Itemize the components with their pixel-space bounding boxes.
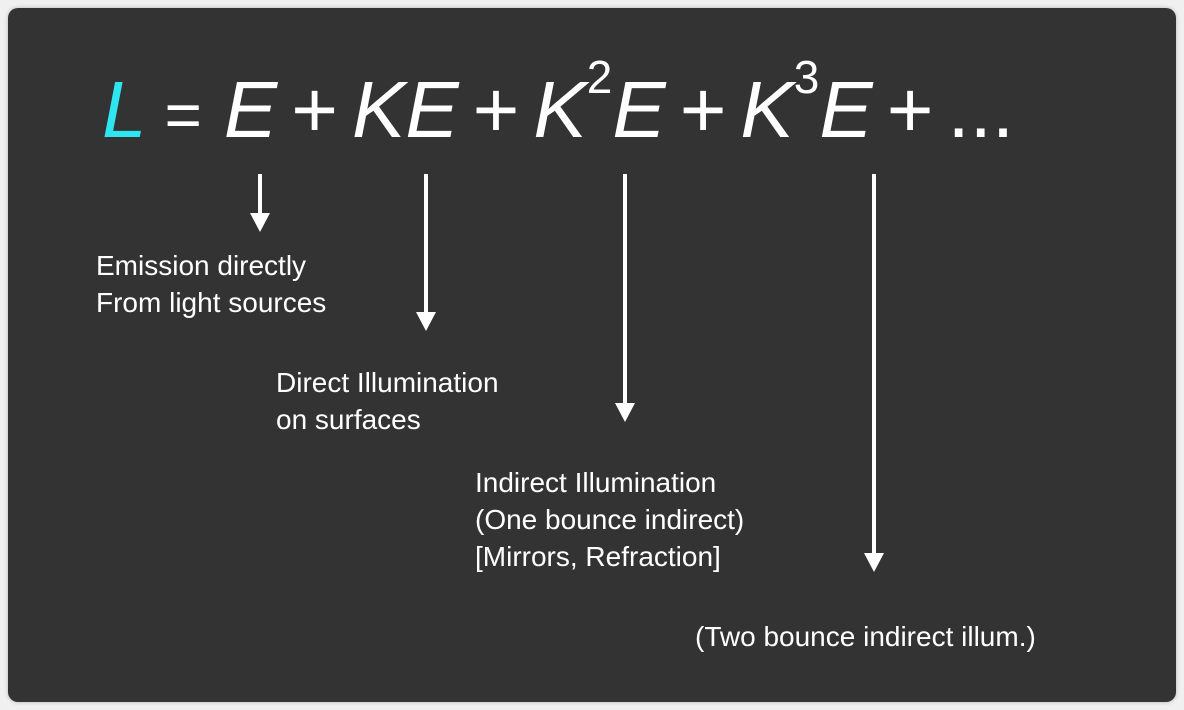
label-two-bounce: (Two bounce indirect illum.) xyxy=(695,618,1036,655)
label-two-bounce-line1: (Two bounce indirect illum.) xyxy=(695,621,1036,652)
label-direct-line1: Direct Illumination xyxy=(276,367,499,398)
label-indirect-line2: (One bounce indirect) xyxy=(475,504,745,535)
label-indirect-line3: [Mirrors, Refraction] xyxy=(475,541,721,572)
label-indirect-line1: Indirect Illumination xyxy=(475,467,717,498)
arrow-two-bounce xyxy=(864,174,884,572)
label-direct: Direct Illumination on surfaces xyxy=(276,364,499,438)
arrow-emission xyxy=(250,174,270,232)
arrow-direct xyxy=(416,174,436,331)
label-direct-line2: on surfaces xyxy=(276,404,421,435)
label-emission-line1: Emission directly xyxy=(96,250,307,281)
label-indirect: Indirect Illumination (One bounce indire… xyxy=(475,464,744,575)
label-emission-line2: From light sources xyxy=(96,287,327,318)
arrows-layer xyxy=(250,174,884,572)
slide: L = E + KE + K2E + K3E +... Emission directly Fro… xyxy=(8,8,1176,702)
arrow-indirect xyxy=(615,174,635,422)
label-emission: Emission directly From light sources xyxy=(96,247,326,321)
